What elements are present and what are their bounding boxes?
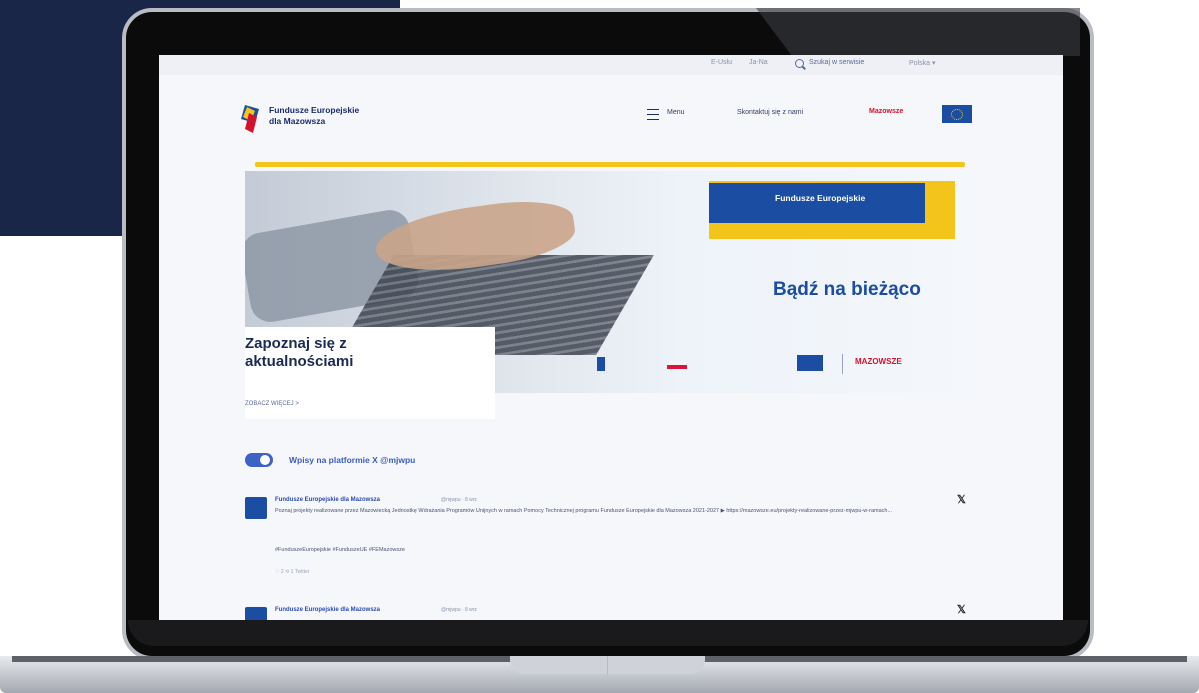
mazowsze-logo[interactable]: Mazowsze (869, 108, 903, 115)
post-meta: @mjwpu · 8 wrz (441, 607, 477, 613)
poland-flag-icon (667, 361, 687, 369)
laptop-notch-divider (607, 656, 608, 674)
logo-line-1: Fundusze Europejskie (269, 105, 360, 115)
site-logo-text[interactable]: Fundusze Europejskie dla Mazowsza (269, 105, 359, 127)
x-logo-icon[interactable]: 𝕏 (957, 493, 966, 506)
logos-separator (842, 354, 843, 374)
laptop-bezel-bottom (128, 620, 1088, 646)
utility-link-1[interactable]: E-Usłu (711, 59, 732, 66)
post-author[interactable]: Fundusze Europejskie dla Mazowsza (275, 497, 380, 503)
mazowsze-logo-strip: MAZOWSZE (855, 357, 902, 366)
eu-flag-small-icon (797, 355, 823, 371)
fe-banner (709, 183, 925, 223)
post-actions[interactable]: ♡ 2 ⟲ 1 Twitter (275, 569, 309, 575)
see-more-link[interactable]: ZOBACZ WIĘCEJ > (245, 401, 299, 407)
utility-bar: E-Usłu Ja-Na Szukaj w serwisie Polska ▾ (159, 55, 1063, 75)
fe-logo-small-icon (597, 357, 605, 371)
post-meta: @mjwpu · 8 wrz (441, 497, 477, 503)
laptop-screen: E-Usłu Ja-Na Szukaj w serwisie Polska ▾ … (159, 55, 1063, 620)
news-card-title-line-1: Zapoznaj się z (245, 335, 347, 352)
contact-link[interactable]: Skontaktuj się z nami (737, 109, 803, 116)
eu-flag-icon (942, 105, 972, 123)
header-divider (255, 162, 965, 167)
menu-button[interactable]: Menu (667, 109, 685, 116)
post-tags[interactable]: #FunduszeEuropejskie #FunduszeUE #FEMazo… (275, 547, 405, 553)
post-body: Poznaj projekty realizowane przez Mazowi… (275, 508, 893, 514)
fe-logo-icon[interactable] (241, 103, 261, 135)
x-logo-icon[interactable]: 𝕏 (957, 603, 966, 616)
avatar[interactable] (245, 497, 267, 519)
fe-banner-text: Fundusze Europejskie (775, 193, 866, 203)
logo-line-2: dla Mazowsza (269, 116, 326, 126)
search-link[interactable]: Szukaj w serwisie (809, 59, 864, 66)
search-icon[interactable] (795, 59, 804, 68)
hero-title: Bądź na bieżąco (773, 279, 921, 300)
language-select[interactable]: Polska ▾ (909, 59, 935, 67)
avatar[interactable] (245, 607, 267, 620)
feed-toggle[interactable] (245, 453, 273, 467)
news-card: Zapoznaj się z aktualnościami ZOBACZ WIĘ… (245, 327, 495, 419)
hamburger-icon[interactable] (647, 109, 659, 120)
post-author[interactable]: Fundusze Europejskie dla Mazowsza (275, 607, 380, 613)
utility-link-2[interactable]: Ja-Na (749, 59, 768, 66)
funding-logos-strip: MAZOWSZE (587, 351, 957, 377)
feed-toggle-label: Wpisy na platformie X @mjwpu (289, 455, 416, 465)
background-panel-lower (0, 0, 130, 236)
news-card-title: Zapoznaj się z aktualnościami (245, 335, 495, 371)
news-card-title-line-2: aktualnościami (245, 353, 354, 370)
